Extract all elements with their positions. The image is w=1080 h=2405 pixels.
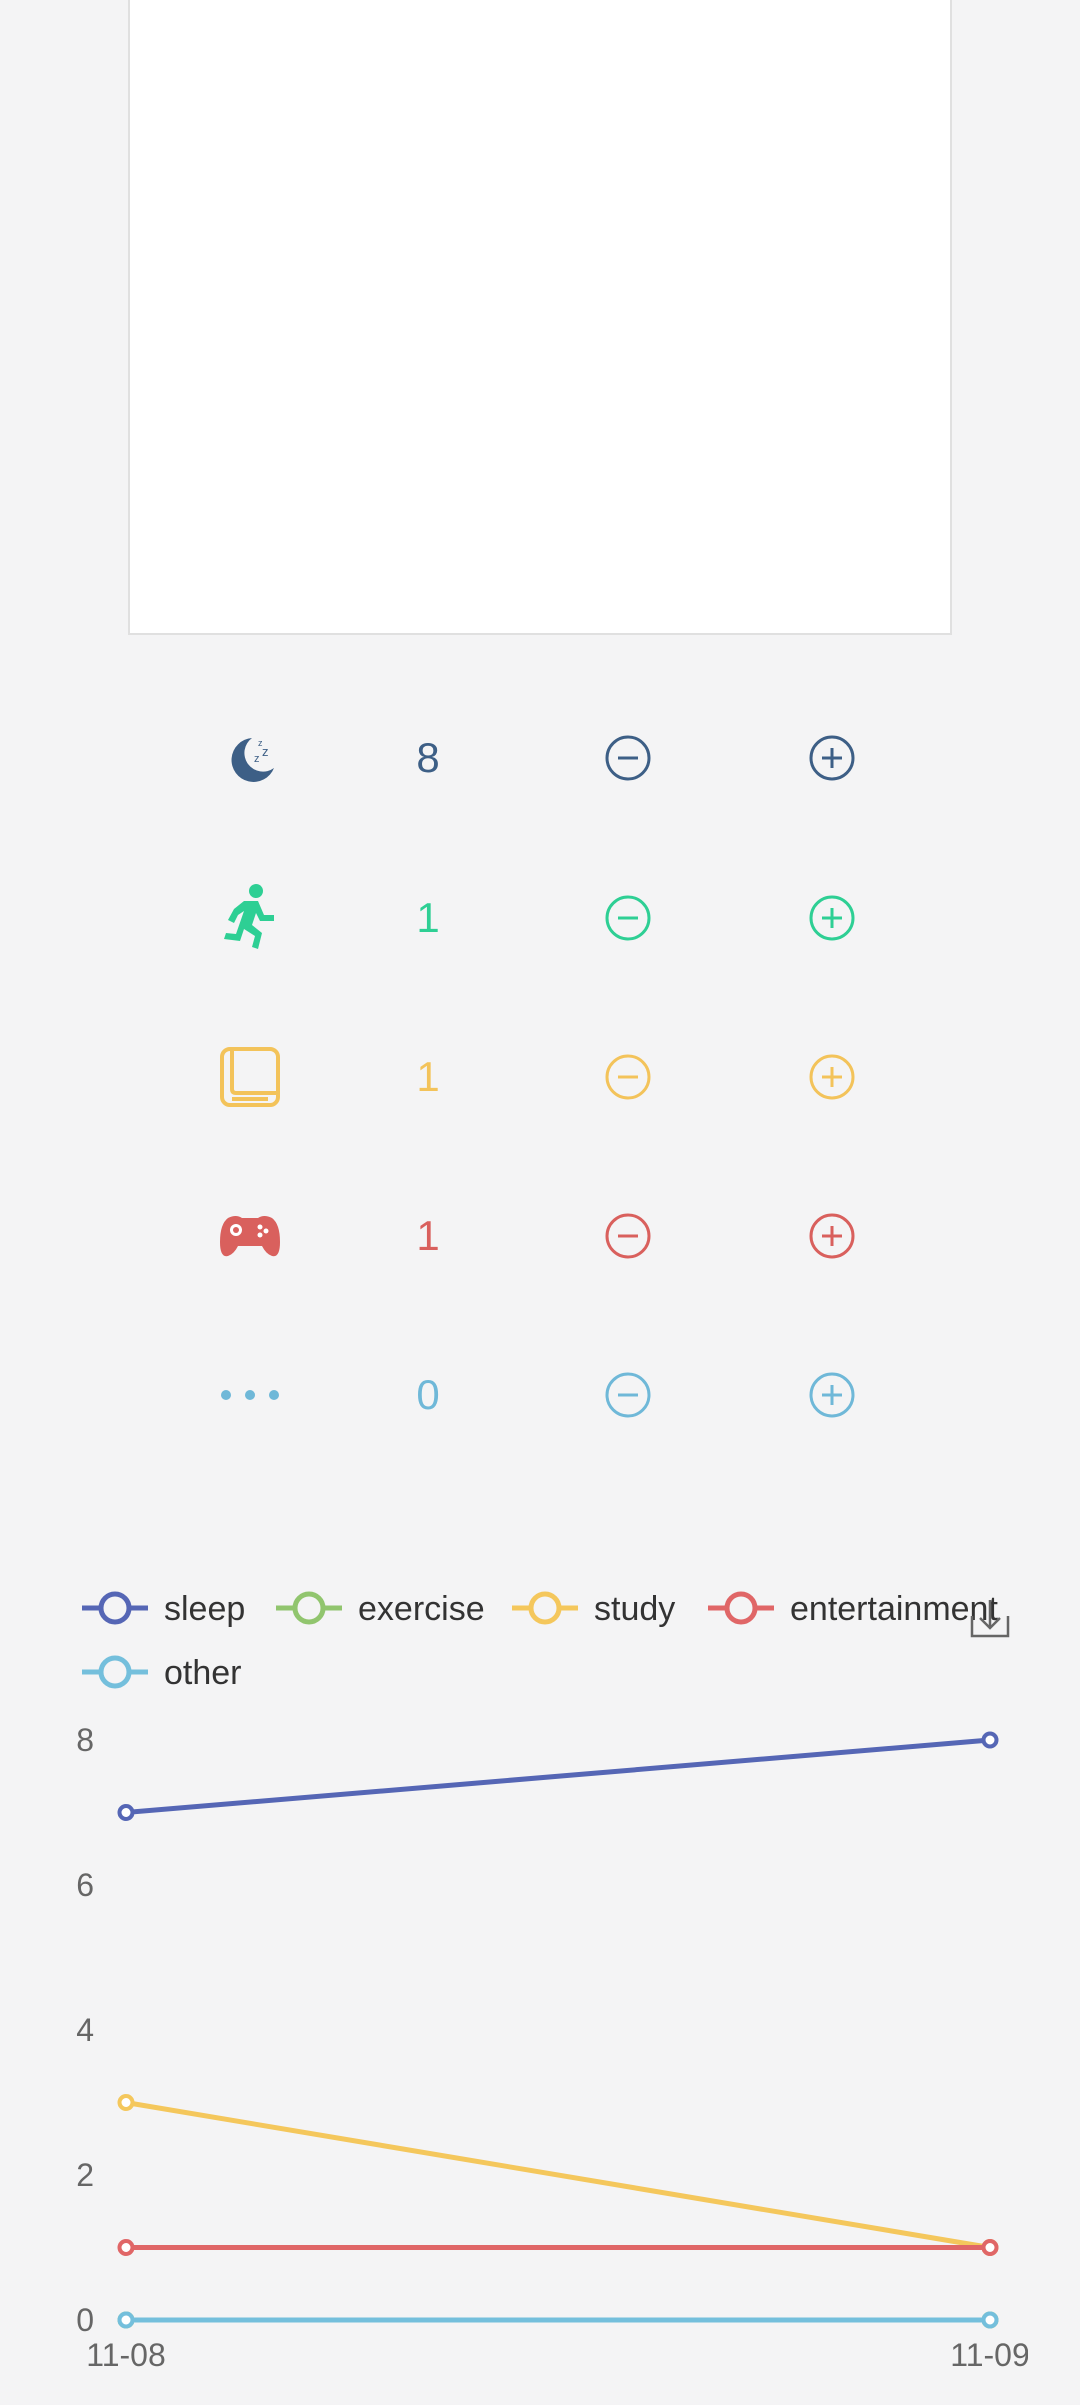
activity-row-other: 0 [0, 1335, 1080, 1455]
more-dots-icon [190, 1335, 310, 1455]
activity-count-other: 0 [416, 1371, 440, 1418]
data-point-study[interactable] [117, 2094, 135, 2111]
gamepad-icon [190, 1176, 310, 1296]
x-tick-label: 11-09 [950, 2337, 1029, 2373]
activity-count-sleep: 8 [416, 734, 440, 781]
increment-exercise-button[interactable] [772, 858, 892, 978]
increment-study-button[interactable] [772, 1017, 892, 1137]
data-point-other[interactable] [981, 2311, 999, 2329]
legend-marker-exercise [292, 1591, 326, 1625]
svg-text:z: z [258, 738, 263, 748]
y-tick-label: 2 [76, 2157, 94, 2193]
svg-text:z: z [262, 744, 269, 759]
legend-label-other[interactable]: other [164, 1654, 242, 1692]
legend-marker-study [528, 1591, 562, 1625]
svg-text:z: z [254, 753, 260, 765]
data-point-entertainment[interactable] [981, 2239, 999, 2256]
y-tick-label: 4 [76, 2012, 94, 2048]
y-tick-label: 8 [76, 1722, 94, 1758]
legend-marker-entertainment [724, 1591, 758, 1625]
series-line-sleep [125, 1737, 991, 1815]
increment-entertainment-button[interactable] [772, 1176, 892, 1296]
decrement-study-button[interactable] [568, 1017, 688, 1137]
activity-row-sleep: z z z 8 [0, 698, 1080, 818]
legend-marker-sleep [98, 1591, 132, 1625]
legend-marker-other [98, 1655, 132, 1689]
decrement-entertainment-button[interactable] [568, 1176, 688, 1296]
x-tick-label: 11-08 [86, 2337, 165, 2373]
decrement-sleep-button[interactable] [568, 698, 688, 818]
y-tick-label: 6 [76, 1867, 94, 1903]
drawing-canvas[interactable] [128, 0, 952, 635]
running-person-icon [190, 858, 310, 978]
activity-row-entertainment: 1 [0, 1176, 1080, 1296]
moon-sleep-icon: z z z [190, 698, 310, 818]
book-icon [190, 1017, 310, 1137]
activity-row-study: 1 [0, 1017, 1080, 1137]
data-point-other[interactable] [117, 2311, 135, 2329]
decrement-other-button[interactable] [568, 1335, 688, 1455]
legend-label-sleep[interactable]: sleep [164, 1590, 245, 1628]
decrement-exercise-button[interactable] [568, 858, 688, 978]
activity-chart: sleep exercise study entertainment other 0 2 4… [0, 1560, 1080, 2400]
activity-count-exercise: 1 [416, 894, 440, 941]
legend-label-entertainment[interactable]: entertainment [790, 1590, 998, 1628]
increment-sleep-button[interactable] [772, 698, 892, 818]
y-tick-label: 0 [76, 2302, 94, 2338]
increment-other-button[interactable] [772, 1335, 892, 1455]
activity-count-entertainment: 1 [416, 1212, 440, 1259]
series-line-study [125, 2100, 991, 2250]
data-point-sleep[interactable] [981, 1731, 999, 1749]
activity-row-exercise: 1 [0, 858, 1080, 978]
activity-count-study: 1 [416, 1053, 440, 1100]
data-point-sleep[interactable] [117, 1804, 135, 1821]
legend-label-study[interactable]: study [594, 1590, 675, 1628]
data-point-entertainment[interactable] [117, 2239, 135, 2256]
legend-label-exercise[interactable]: exercise [358, 1590, 485, 1628]
